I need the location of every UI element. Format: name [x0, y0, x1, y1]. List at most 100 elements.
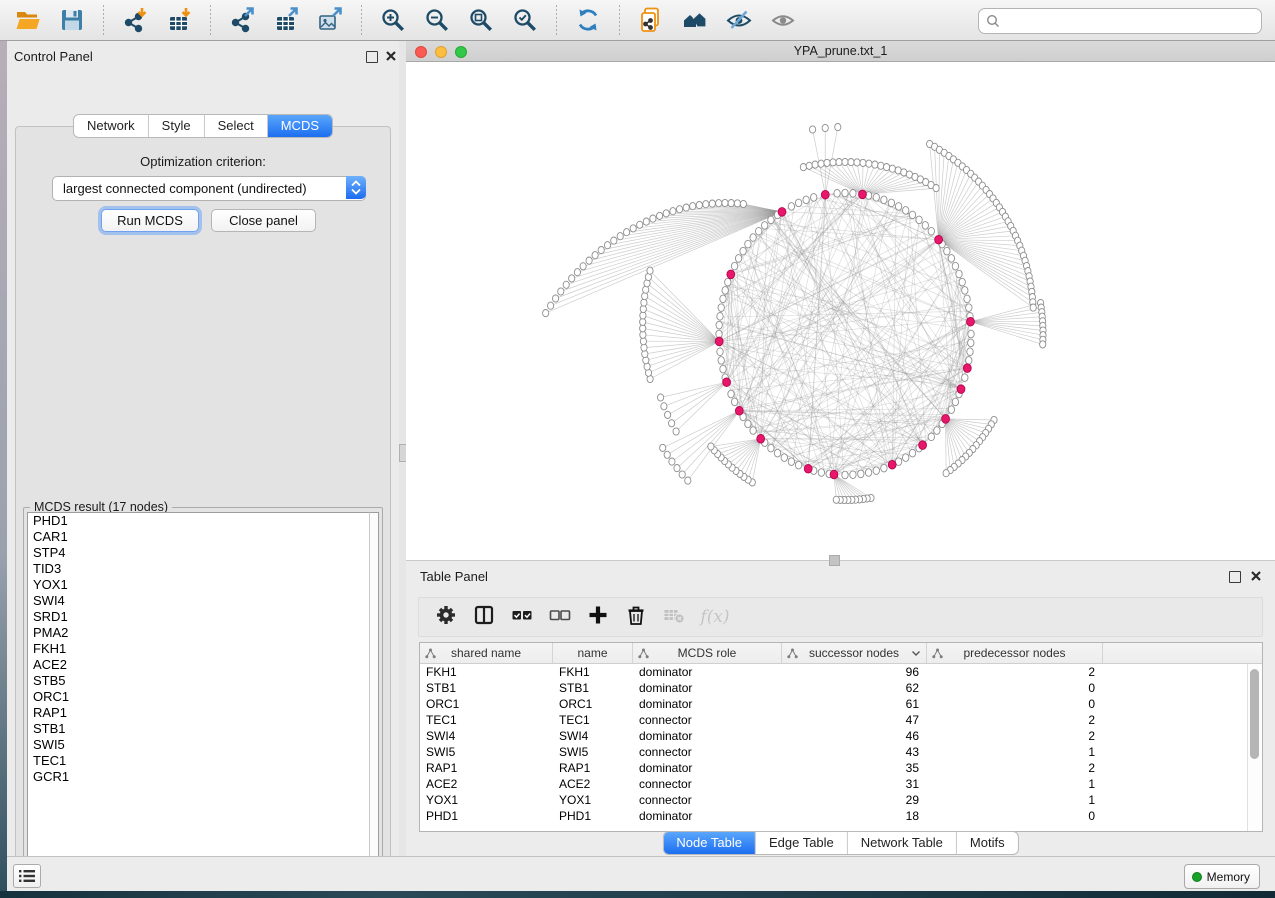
table-cell[interactable]: connector	[633, 776, 782, 792]
deselect-all-button[interactable]	[547, 604, 573, 630]
mcds-result-item[interactable]: GCR1	[28, 769, 371, 785]
close-panel-icon[interactable]	[385, 50, 397, 62]
table-cell[interactable]: TEC1	[420, 712, 553, 728]
network-edges[interactable]	[719, 193, 971, 475]
tab-node-table[interactable]: Node Table	[663, 832, 756, 854]
settings-gear-button[interactable]	[433, 604, 459, 630]
table-cell[interactable]: PHD1	[553, 808, 633, 824]
float-table-panel-icon[interactable]	[1229, 571, 1241, 583]
mcds-result-item[interactable]: CAR1	[28, 529, 371, 545]
table-cell[interactable]: 47	[782, 712, 927, 728]
table-scrollbar[interactable]	[1247, 664, 1262, 831]
zoom-in-button[interactable]	[378, 5, 408, 35]
table-cell[interactable]: 96	[782, 664, 927, 680]
float-panel-icon[interactable]	[366, 51, 378, 63]
mac-zoom-icon[interactable]	[455, 46, 467, 58]
mcds-result-item[interactable]: ACE2	[28, 657, 371, 673]
table-cell[interactable]: 2	[927, 728, 1103, 744]
hide-selected-button[interactable]	[724, 5, 754, 35]
table-cell[interactable]: 0	[927, 680, 1103, 696]
table-cell[interactable]: dominator	[633, 760, 782, 776]
table-cell[interactable]: dominator	[633, 664, 782, 680]
mcds-result-item[interactable]: STB5	[28, 673, 371, 689]
table-row[interactable]: SWI5SWI5connector431	[420, 744, 1248, 760]
mcds-result-item[interactable]: SWI5	[28, 737, 371, 753]
zoom-fit-button[interactable]	[466, 5, 496, 35]
task-history-button[interactable]	[13, 864, 41, 888]
table-cell[interactable]: 1	[927, 792, 1103, 808]
table-cell[interactable]: 43	[782, 744, 927, 760]
table-cell[interactable]: 62	[782, 680, 927, 696]
table-cell[interactable]: connector	[633, 744, 782, 760]
table-cell[interactable]: ACE2	[553, 776, 633, 792]
table-cell[interactable]: RAP1	[420, 760, 553, 776]
table-cell[interactable]: FKH1	[420, 664, 553, 680]
table-row[interactable]: FKH1FKH1dominator962	[420, 664, 1248, 680]
table-cell[interactable]: connector	[633, 712, 782, 728]
node-table-rows[interactable]: FKH1FKH1dominator962STB1STB1dominator620…	[420, 664, 1248, 831]
table-cell[interactable]: 61	[782, 696, 927, 712]
table-cell[interactable]: 18	[782, 808, 927, 824]
tab-motifs[interactable]: Motifs	[957, 832, 1018, 854]
mcds-result-item[interactable]: PMA2	[28, 625, 371, 641]
show-all-button[interactable]	[768, 5, 798, 35]
column-header-successor-nodes[interactable]: successor nodes	[782, 643, 927, 663]
table-row[interactable]: TEC1TEC1connector472	[420, 712, 1248, 728]
mcds-result-item[interactable]: TID3	[28, 561, 371, 577]
export-table-button[interactable]	[271, 5, 301, 35]
table-cell[interactable]: 0	[927, 696, 1103, 712]
search-box[interactable]	[978, 8, 1262, 34]
mcds-result-item[interactable]: PHD1	[28, 513, 371, 529]
column-header-MCDS-role[interactable]: MCDS role	[633, 643, 782, 663]
network-window-titlebar[interactable]: YPA_prune.txt_1	[406, 41, 1275, 62]
table-cell[interactable]: SWI4	[553, 728, 633, 744]
select-all-button[interactable]	[509, 604, 535, 630]
mcds-list-scrollbar[interactable]	[369, 512, 379, 877]
table-cell[interactable]: 1	[927, 776, 1103, 792]
tab-network[interactable]: Network	[74, 115, 149, 137]
table-cell[interactable]: 2	[927, 712, 1103, 728]
memory-button[interactable]: Memory	[1184, 864, 1260, 889]
table-cell[interactable]: 1	[927, 744, 1103, 760]
close-table-panel-icon[interactable]	[1250, 570, 1262, 582]
table-cell[interactable]: YOX1	[553, 792, 633, 808]
mac-close-icon[interactable]	[415, 46, 427, 58]
node-table-header[interactable]: shared namenameMCDS rolesuccessor nodesp…	[420, 643, 1262, 664]
delete-columns-button[interactable]	[623, 604, 649, 630]
mcds-result-item[interactable]: SRD1	[28, 609, 371, 625]
mcds-result-item[interactable]: STB1	[28, 721, 371, 737]
table-cell[interactable]: 31	[782, 776, 927, 792]
add-column-button[interactable]	[585, 604, 611, 630]
split-panes-button[interactable]	[471, 604, 497, 630]
first-neighbors-button[interactable]	[680, 5, 710, 35]
zoom-out-button[interactable]	[422, 5, 452, 35]
import-network-button[interactable]	[120, 5, 150, 35]
export-network-button[interactable]	[227, 5, 257, 35]
mcds-result-item[interactable]: TEC1	[28, 753, 371, 769]
tab-edge-table[interactable]: Edge Table	[756, 832, 848, 854]
optimization-criterion-select[interactable]: largest connected component (undirected)	[52, 176, 366, 201]
chevron-down-icon[interactable]	[911, 650, 921, 657]
table-cell[interactable]: 0	[927, 808, 1103, 824]
mcds-result-item[interactable]: RAP1	[28, 705, 371, 721]
table-cell[interactable]: SWI5	[420, 744, 553, 760]
table-cell[interactable]: ORC1	[553, 696, 633, 712]
table-cell[interactable]: dominator	[633, 680, 782, 696]
table-cell[interactable]: ACE2	[420, 776, 553, 792]
mac-minimize-icon[interactable]	[435, 46, 447, 58]
table-cell[interactable]: 2	[927, 760, 1103, 776]
open-file-button[interactable]	[13, 5, 43, 35]
table-scrollbar-thumb[interactable]	[1250, 669, 1259, 759]
import-table-button[interactable]	[164, 5, 194, 35]
network-canvas[interactable]	[406, 62, 1275, 560]
control-panel-tabs[interactable]: NetworkStyleSelectMCDS	[73, 114, 333, 138]
network-nodes[interactable]	[543, 124, 1047, 504]
column-header-shared-name[interactable]: shared name	[420, 643, 553, 663]
column-header-predecessor-nodes[interactable]: predecessor nodes	[927, 643, 1103, 663]
horizontal-splitter-handle[interactable]	[829, 555, 840, 566]
table-row[interactable]: YOX1YOX1connector291	[420, 792, 1248, 808]
mcds-result-item[interactable]: FKH1	[28, 641, 371, 657]
table-cell[interactable]: YOX1	[420, 792, 553, 808]
tab-mcds[interactable]: MCDS	[268, 115, 332, 137]
mcds-result-item[interactable]: SWI4	[28, 593, 371, 609]
